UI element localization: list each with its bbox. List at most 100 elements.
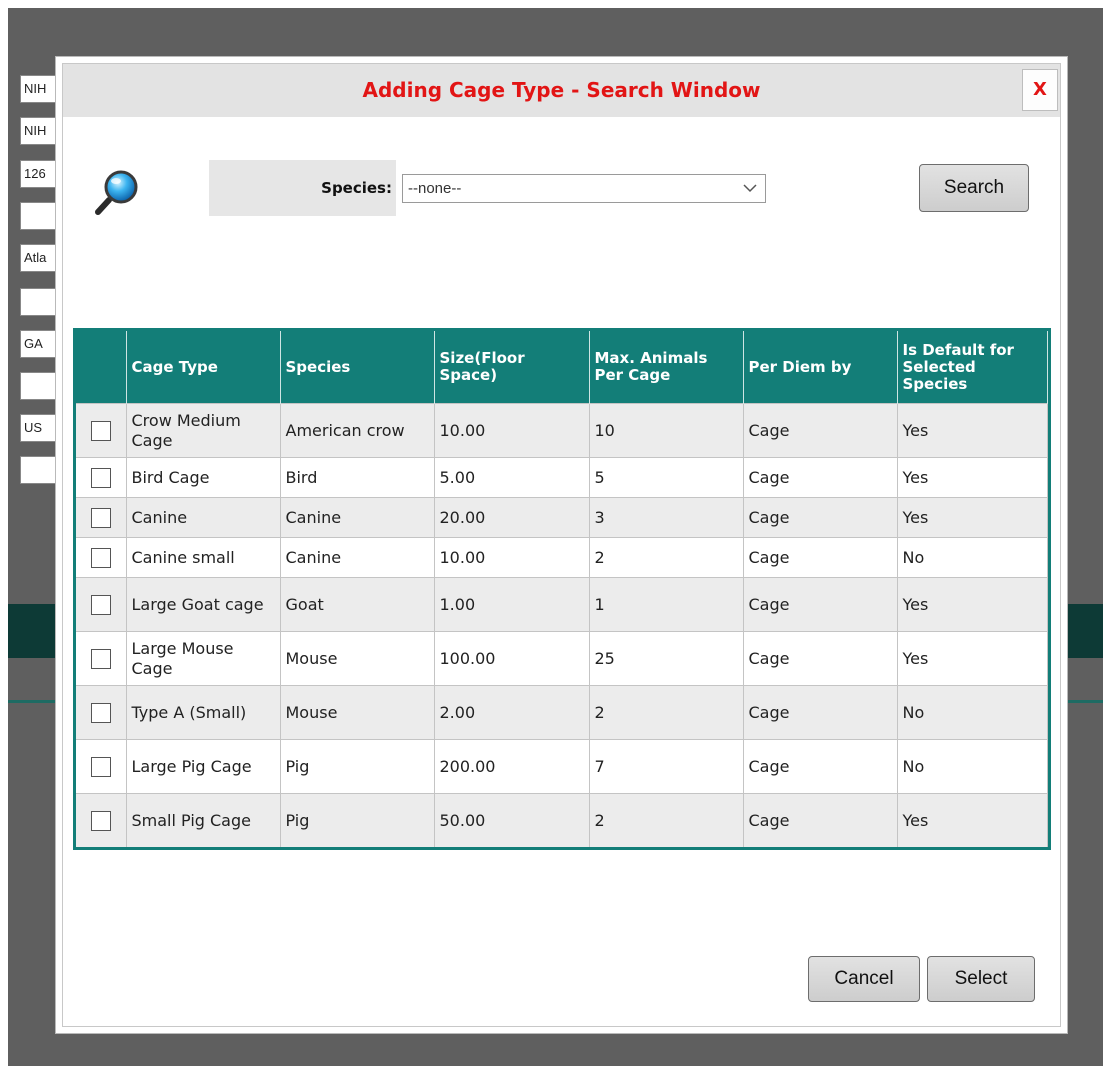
row-checkbox[interactable] (90, 810, 111, 831)
background-field: NIH (20, 75, 60, 103)
cell-per-diem: Cage (743, 403, 898, 458)
background-field: NIH (20, 117, 60, 145)
background-field: 126 (20, 160, 60, 188)
cell-is-default: Yes (897, 793, 1048, 847)
search-button[interactable]: Search (919, 164, 1029, 212)
cell-max-animals: 2 (589, 685, 744, 740)
row-checkbox[interactable] (90, 467, 111, 488)
cell-is-default: No (897, 685, 1048, 740)
cell-species: Pig (280, 739, 435, 794)
dialog-titlebar: Adding Cage Type - Search Window X (63, 64, 1060, 117)
cell-per-diem: Cage (743, 577, 898, 632)
cell-size: 2.00 (434, 685, 590, 740)
magnifier-icon (95, 170, 138, 215)
table-row[interactable]: Bird Cage Bird 5.00 5 Cage Yes (76, 457, 1048, 498)
background-field (20, 288, 60, 316)
row-select-cell (76, 739, 127, 794)
species-label: Species: (321, 179, 392, 197)
table-row[interactable]: Small Pig Cage Pig 50.00 2 Cage Yes (76, 793, 1048, 847)
column-header-max-animals[interactable]: Max. Animals Per Cage (589, 331, 744, 404)
row-select-cell (76, 793, 127, 847)
cell-is-default: Yes (897, 403, 1048, 458)
cell-max-animals: 2 (589, 537, 744, 578)
cell-size: 10.00 (434, 537, 590, 578)
cell-per-diem: Cage (743, 739, 898, 794)
row-checkbox[interactable] (90, 420, 111, 441)
row-checkbox[interactable] (90, 756, 111, 777)
cell-is-default: Yes (897, 631, 1048, 686)
cell-size: 10.00 (434, 403, 590, 458)
cell-size: 50.00 (434, 793, 590, 847)
dialog-body: Adding Cage Type - Search Window X Speci… (62, 63, 1061, 1027)
chevron-down-icon (743, 184, 757, 193)
background-divider (1066, 700, 1103, 703)
table-row[interactable]: Large Pig Cage Pig 200.00 7 Cage No (76, 739, 1048, 794)
row-select-cell (76, 403, 127, 458)
row-checkbox[interactable] (90, 648, 111, 669)
background-field: GA (20, 330, 60, 358)
close-button[interactable]: X (1022, 69, 1058, 111)
background-field (20, 202, 60, 230)
column-header-is-default[interactable]: Is Default for Selected Species (897, 331, 1048, 404)
cell-cage-type: Large Pig Cage (126, 739, 281, 794)
table-row[interactable]: Canine Canine 20.00 3 Cage Yes (76, 497, 1048, 538)
row-checkbox[interactable] (90, 547, 111, 568)
cell-species: American crow (280, 403, 435, 458)
background-divider (8, 700, 58, 703)
row-checkbox[interactable] (90, 594, 111, 615)
row-select-cell (76, 457, 127, 498)
row-select-cell (76, 497, 127, 538)
cell-size: 100.00 (434, 631, 590, 686)
cell-max-animals: 7 (589, 739, 744, 794)
cell-is-default: Yes (897, 457, 1048, 498)
cell-cage-type: Canine (126, 497, 281, 538)
table-row[interactable]: Canine small Canine 10.00 2 Cage No (76, 537, 1048, 578)
column-header-cage-type[interactable]: Cage Type (126, 331, 281, 404)
cell-max-animals: 10 (589, 403, 744, 458)
background-band (1066, 604, 1103, 658)
cell-per-diem: Cage (743, 685, 898, 740)
cell-is-default: Yes (897, 497, 1048, 538)
column-header-select (76, 331, 127, 404)
select-button[interactable]: Select (927, 956, 1035, 1002)
cell-is-default: Yes (897, 577, 1048, 632)
species-select[interactable]: --none-- (402, 174, 766, 203)
cell-species: Mouse (280, 631, 435, 686)
table-row[interactable]: Large Mouse Cage Mouse 100.00 25 Cage Ye… (76, 631, 1048, 686)
cell-max-animals: 2 (589, 793, 744, 847)
cell-per-diem: Cage (743, 537, 898, 578)
column-header-size[interactable]: Size(Floor Space) (434, 331, 590, 404)
cell-per-diem: Cage (743, 457, 898, 498)
column-header-per-diem[interactable]: Per Diem by (743, 331, 898, 404)
row-checkbox[interactable] (90, 507, 111, 528)
table-row[interactable]: Crow Medium Cage American crow 10.00 10 … (76, 403, 1048, 458)
table-row[interactable]: Large Goat cage Goat 1.00 1 Cage Yes (76, 577, 1048, 632)
cell-size: 1.00 (434, 577, 590, 632)
cell-max-animals: 1 (589, 577, 744, 632)
cell-size: 20.00 (434, 497, 590, 538)
row-select-cell (76, 577, 127, 632)
cell-max-animals: 25 (589, 631, 744, 686)
cell-cage-type: Large Mouse Cage (126, 631, 281, 686)
cell-size: 5.00 (434, 457, 590, 498)
cell-species: Goat (280, 577, 435, 632)
background-field: Atla (20, 244, 60, 272)
cage-type-table: Cage Type Species Size(Floor Space) Max.… (76, 331, 1048, 847)
row-select-cell (76, 685, 127, 740)
table-row[interactable]: Type A (Small) Mouse 2.00 2 Cage No (76, 685, 1048, 740)
cell-per-diem: Cage (743, 497, 898, 538)
dialog-title: Adding Cage Type - Search Window (362, 78, 761, 102)
cell-max-animals: 3 (589, 497, 744, 538)
cell-species: Bird (280, 457, 435, 498)
column-header-species[interactable]: Species (280, 331, 435, 404)
cell-species: Canine (280, 497, 435, 538)
cell-cage-type: Type A (Small) (126, 685, 281, 740)
cell-cage-type: Canine small (126, 537, 281, 578)
row-select-cell (76, 537, 127, 578)
row-checkbox[interactable] (90, 702, 111, 723)
cell-is-default: No (897, 739, 1048, 794)
cancel-button[interactable]: Cancel (808, 956, 920, 1002)
cell-cage-type: Bird Cage (126, 457, 281, 498)
background-field (20, 372, 60, 400)
cell-cage-type: Crow Medium Cage (126, 403, 281, 458)
